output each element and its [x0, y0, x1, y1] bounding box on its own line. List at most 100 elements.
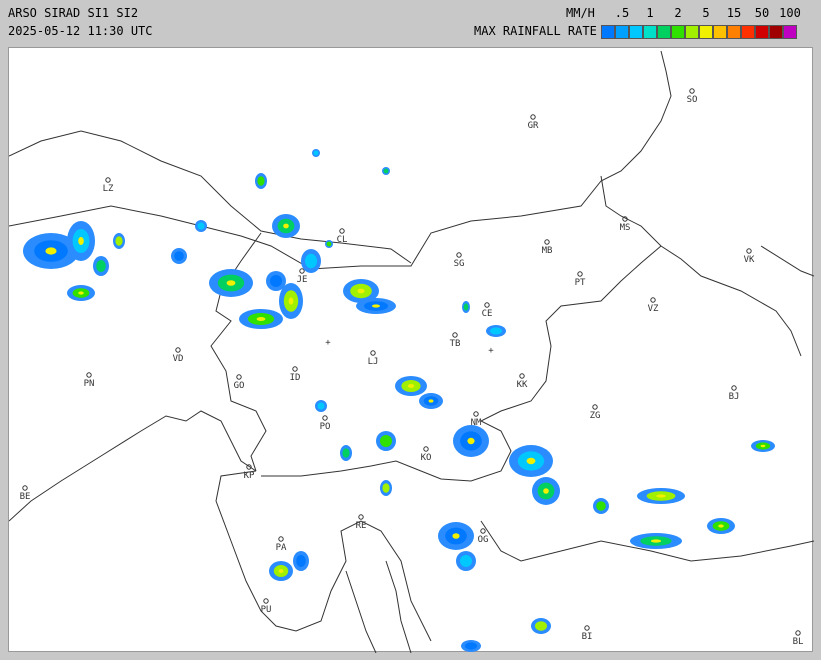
- radar-station-marker: +: [325, 338, 331, 348]
- city-label: PO: [320, 422, 331, 432]
- units-label: MM/H: [566, 6, 595, 20]
- scale-swatch: [699, 25, 713, 39]
- rain-core: [197, 222, 205, 230]
- scale-swatch: [769, 25, 783, 39]
- scale-swatch: [741, 25, 755, 39]
- city-label: MS: [620, 223, 631, 233]
- city-dot: [592, 404, 598, 410]
- city-label: BI: [582, 632, 593, 642]
- city-dot: [105, 177, 111, 183]
- scale-tick: 15: [726, 6, 742, 20]
- rain-peak: [526, 457, 536, 465]
- rain-core: [535, 621, 547, 631]
- city-label: JE: [297, 275, 308, 285]
- city-label: GO: [234, 381, 245, 391]
- color-scale: [601, 25, 797, 39]
- city-label: PN: [84, 379, 95, 389]
- city-markers: SO GR LZ CL JE MS MB SG VK PT CE VZ TB VD LJ KK PN GO ID BJ…: [20, 88, 803, 647]
- city-dot: [544, 239, 550, 245]
- rain-core: [313, 150, 319, 156]
- city-dot: [292, 366, 298, 372]
- radar-map: SO GR LZ CL JE MS MB SG VK PT CE VZ TB VD LJ KK PN GO ID BJ…: [8, 47, 814, 653]
- city-label: SG: [454, 259, 465, 269]
- rain-core: [326, 241, 332, 247]
- city-dot: [322, 415, 328, 421]
- scale-ticks: .5 1 2 5 15 50 100: [600, 6, 812, 22]
- rain-core: [305, 253, 317, 269]
- city-label: MB: [542, 246, 553, 256]
- city-dot: [452, 332, 458, 338]
- scale-swatch: [685, 25, 699, 39]
- rain-peak: [467, 437, 475, 445]
- rain-peak: [288, 297, 294, 305]
- rain-core: [463, 303, 469, 311]
- header: ARSO SIRAD SI1 SI2 2025-05-12 11:30 UTC …: [0, 0, 821, 46]
- city-dot: [795, 630, 801, 636]
- city-label: BJ: [729, 392, 740, 402]
- rain-peak: [357, 288, 365, 294]
- scale-tick: 1: [646, 6, 654, 20]
- city-label: VD: [173, 354, 184, 364]
- city-dot: [530, 114, 536, 120]
- city-dot: [480, 528, 486, 534]
- city-dot: [236, 374, 242, 380]
- rain-peak: [543, 488, 549, 494]
- rain-core: [342, 448, 350, 458]
- rain-peak: [78, 291, 84, 295]
- city-dot: [746, 248, 752, 254]
- city-dot: [650, 297, 656, 303]
- rain-peak: [407, 384, 415, 388]
- city-dot: [175, 347, 181, 353]
- city-label: LZ: [103, 184, 114, 194]
- rain-peak: [256, 317, 266, 321]
- rain-peak: [45, 247, 57, 255]
- city-dot: [299, 268, 305, 274]
- rain-core: [296, 555, 306, 567]
- rain-core: [317, 402, 325, 410]
- city-dot: [484, 302, 490, 308]
- city-label: LJ: [368, 357, 379, 367]
- city-label: BE: [20, 492, 31, 502]
- rain-peak: [452, 533, 460, 539]
- scale-tick: 100: [779, 6, 801, 20]
- city-label: KO: [421, 453, 432, 463]
- rain-core: [270, 275, 282, 287]
- scale-tick: 50: [754, 6, 770, 20]
- city-label: KP: [244, 471, 255, 481]
- rain-core: [490, 327, 502, 335]
- city-dot: [370, 350, 376, 356]
- rain-core: [596, 501, 606, 511]
- city-label: RE: [356, 521, 367, 531]
- rain-core: [174, 251, 184, 261]
- city-label: OG: [478, 535, 489, 545]
- rain-peak: [760, 444, 766, 448]
- rain-core: [96, 260, 106, 272]
- city-dot: [278, 536, 284, 542]
- city-dot: [22, 485, 28, 491]
- borders: [9, 50, 814, 653]
- city-dot: [731, 385, 737, 391]
- scale-tick: 2: [674, 6, 682, 20]
- scale-swatch: [629, 25, 643, 39]
- rain-core: [380, 435, 392, 447]
- city-dot: [519, 373, 525, 379]
- city-label: PT: [575, 278, 586, 288]
- city-dot: [423, 446, 429, 452]
- rain-peak: [372, 304, 380, 308]
- rain-peak: [226, 280, 236, 286]
- scale-swatch: [713, 25, 727, 39]
- city-dot: [689, 88, 695, 94]
- rain-cells: [23, 149, 775, 652]
- radar-station-marker: +: [488, 346, 494, 356]
- city-dot: [263, 598, 269, 604]
- city-label: SO: [687, 95, 698, 105]
- city-label: KK: [517, 380, 528, 390]
- city-label: TB: [450, 339, 461, 349]
- city-dot: [358, 514, 364, 520]
- city-dot: [86, 372, 92, 378]
- rain-peak: [428, 399, 434, 403]
- city-label: GR: [528, 121, 539, 131]
- scale-swatch: [643, 25, 657, 39]
- rain-peak: [656, 494, 666, 498]
- map-title: ARSO SIRAD SI1 SI2: [8, 6, 139, 20]
